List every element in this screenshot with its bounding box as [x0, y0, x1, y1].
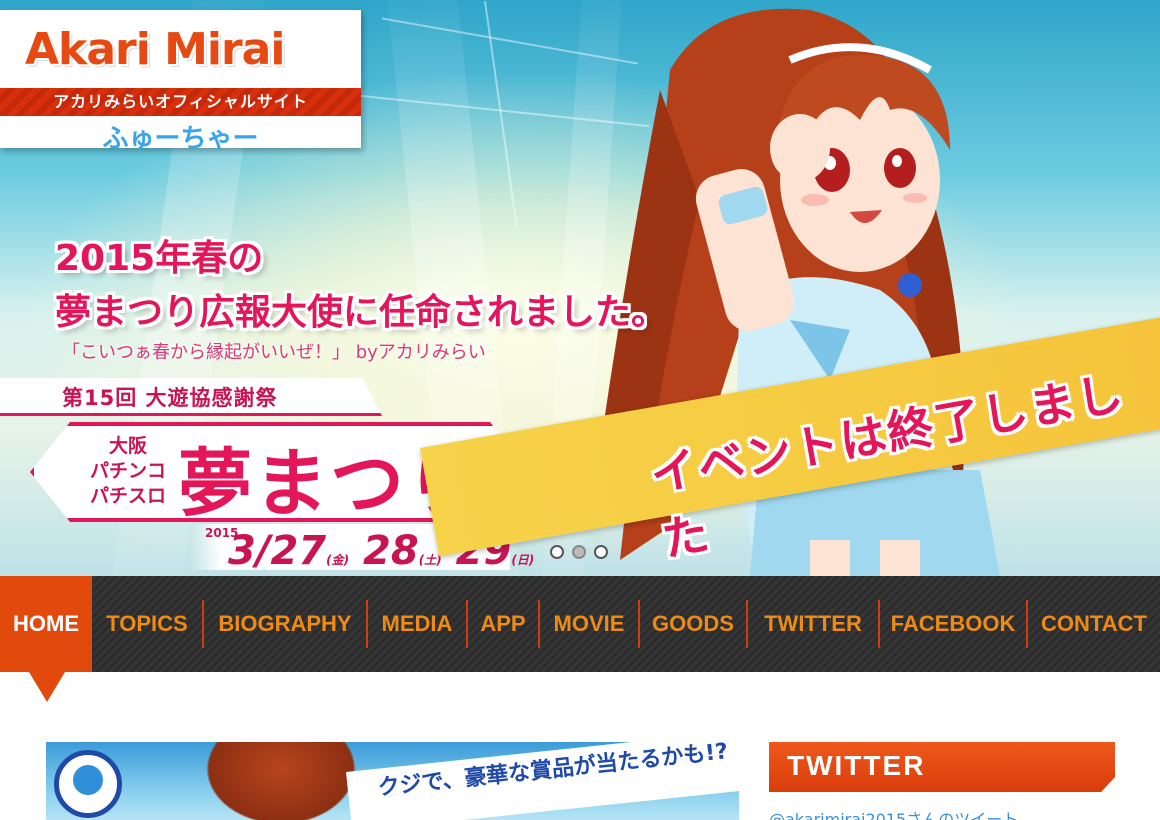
active-nav-indicator [29, 672, 65, 702]
slider-pagination [550, 545, 608, 559]
event-day2: 28 [363, 528, 419, 574]
slider-dot-3[interactable] [594, 545, 608, 559]
slider-dot-1[interactable] [550, 545, 564, 559]
page: Akari Mirai アカリみらいオフィシャルサイト ふゅーちゃー 2015年… [0, 0, 1160, 820]
logo-subtitle-bar: アカリみらいオフィシャルサイト [0, 88, 361, 116]
nav-biography[interactable]: BIOGRAPHY [204, 576, 366, 672]
nav-topics[interactable]: TOPICS [92, 576, 202, 672]
sidebar-twitter-heading: TWITTER [769, 742, 1115, 792]
event-dow1: (金) [326, 553, 350, 567]
nav-goods[interactable]: GOODS [640, 576, 746, 672]
slider-dot-2[interactable] [572, 545, 586, 559]
event-month: 3/ [228, 528, 271, 574]
banner-character [196, 742, 366, 820]
event-dow3: (日) [511, 553, 535, 567]
event-city: 大阪 パチンコ パチスロ [88, 434, 168, 509]
brand-name: Akari Mirai [25, 24, 285, 75]
headline-line1: 2015年春の [55, 238, 264, 279]
hero-quote: 「こいつぁ春から縁起がいいぜ！」 byアカリみらい [62, 342, 486, 363]
event-title: 第15回 大遊協感謝祭 [62, 386, 278, 410]
event-city-line3: パチスロ [89, 485, 166, 507]
headline-line2: 夢まつり広報大使に任命されました。 [55, 292, 668, 333]
nav-facebook[interactable]: FACEBOOK [880, 576, 1026, 672]
nav-movie[interactable]: MOVIE [540, 576, 638, 672]
hero-slider[interactable]: Akari Mirai アカリみらいオフィシャルサイト ふゅーちゃー 2015年… [0, 0, 1160, 576]
twitter-heading-text: TWITTER [787, 750, 926, 781]
logo-tagline: ふゅーちゃー [102, 124, 259, 154]
nav-twitter[interactable]: TWITTER [748, 576, 878, 672]
site-logo[interactable]: Akari Mirai アカリみらいオフィシャルサイト ふゅーちゃー [0, 10, 361, 154]
logo-subtitle: アカリみらいオフィシャルサイト [53, 92, 308, 111]
event-city-line2: パチンコ [89, 460, 166, 482]
nav-contact[interactable]: CONTACT [1028, 576, 1160, 672]
nav-media[interactable]: MEDIA [368, 576, 466, 672]
nav-app[interactable]: APP [468, 576, 538, 672]
twitter-timeline-link[interactable]: @akarimirai2015さんのツイート [769, 806, 1018, 820]
promo-banner[interactable]: クジで、豪華な賞品が当たるかも!? [46, 742, 739, 820]
event-day1: 27 [270, 528, 327, 574]
hero-headline: 2015年春の 夢まつり広報大使に任命されました。 [55, 232, 667, 340]
event-city-line1: 大阪 [108, 435, 147, 457]
nav-home[interactable]: HOME [0, 576, 92, 672]
main-nav: HOME TOPICS BIOGRAPHY MEDIA APP MOVIE GO… [0, 576, 1160, 672]
organization-logo [54, 750, 122, 818]
